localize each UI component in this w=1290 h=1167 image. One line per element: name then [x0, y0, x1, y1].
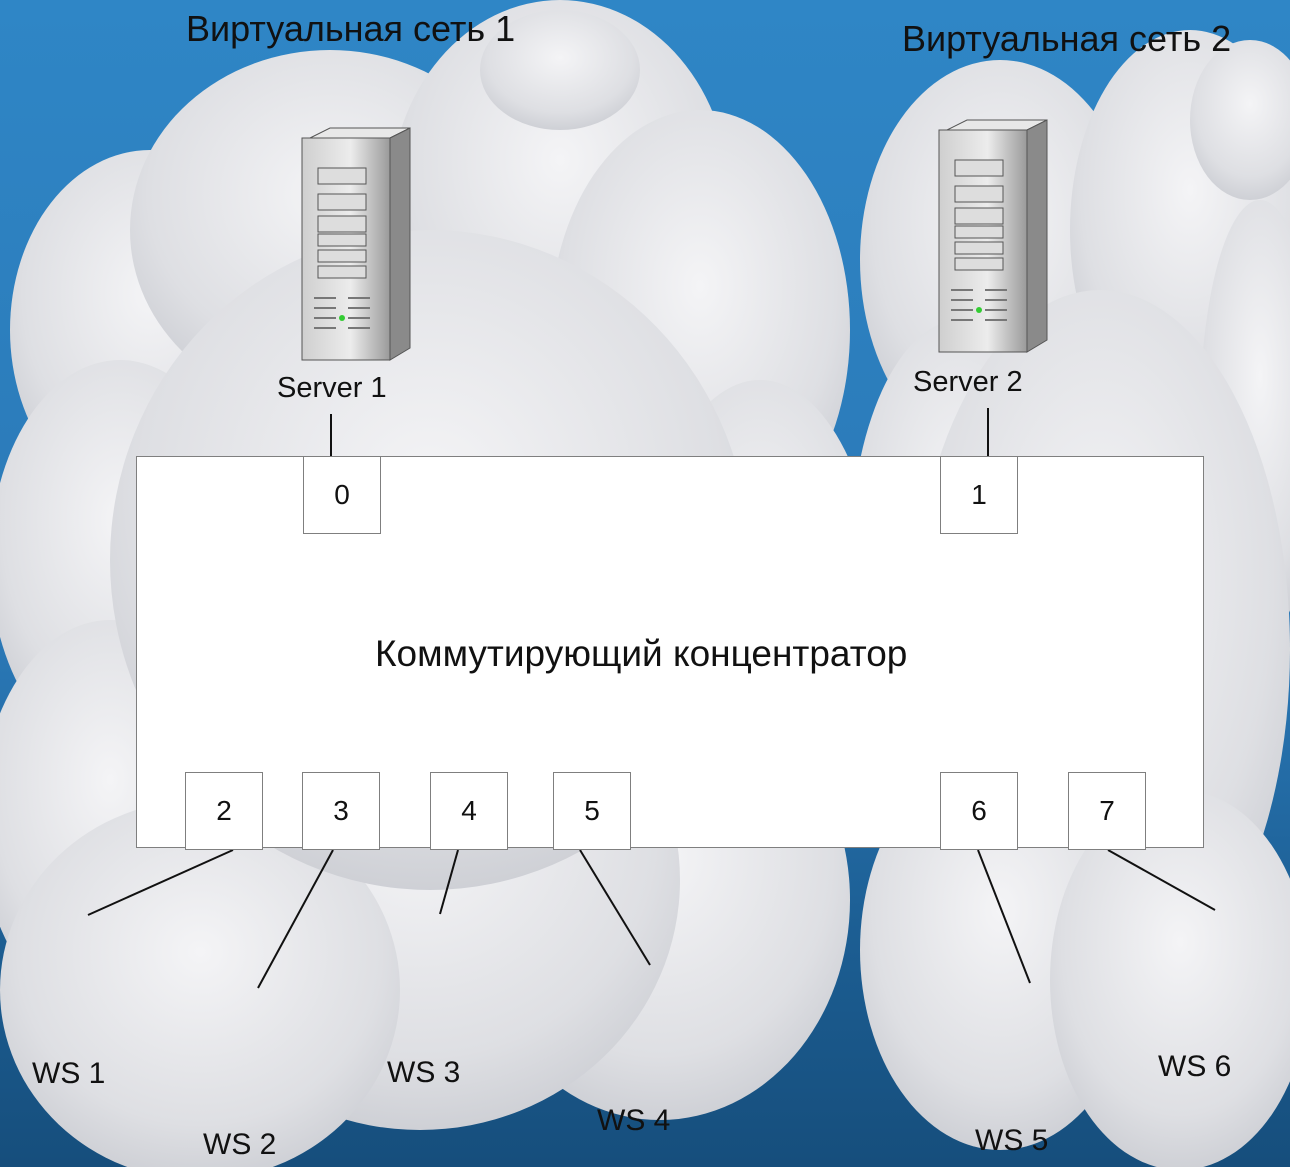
port-7: 7: [1068, 772, 1146, 850]
network-diagram: Виртуальная сеть 1 Виртуальная сеть 2 Se…: [0, 0, 1290, 1167]
server-2-label: Server 2: [913, 366, 1023, 398]
ws-6-label: WS 6: [1158, 1050, 1232, 1083]
ws-4-label: WS 4: [597, 1104, 671, 1137]
port-4: 4: [430, 772, 508, 850]
ws-1-label: WS 1: [32, 1057, 106, 1090]
port-3: 3: [302, 772, 380, 850]
switching-hub: Коммутирующий концентратор: [136, 456, 1204, 848]
port-6: 6: [940, 772, 1018, 850]
server-2-icon: [938, 119, 1048, 353]
port-1: 1: [940, 456, 1018, 534]
server-1-icon: [301, 127, 411, 361]
port-0: 0: [303, 456, 381, 534]
ws-5-label: WS 5: [975, 1124, 1049, 1157]
ws-2-label: WS 2: [203, 1128, 277, 1161]
hub-label: Коммутирующий концентратор: [375, 633, 908, 674]
port-2: 2: [185, 772, 263, 850]
vnet-2-label: Виртуальная сеть 2: [902, 18, 1232, 59]
ws-3-label: WS 3: [387, 1056, 461, 1089]
server-1-label: Server 1: [277, 372, 387, 404]
port-5: 5: [553, 772, 631, 850]
vnet-1-label: Виртуальная сеть 1: [186, 8, 516, 49]
